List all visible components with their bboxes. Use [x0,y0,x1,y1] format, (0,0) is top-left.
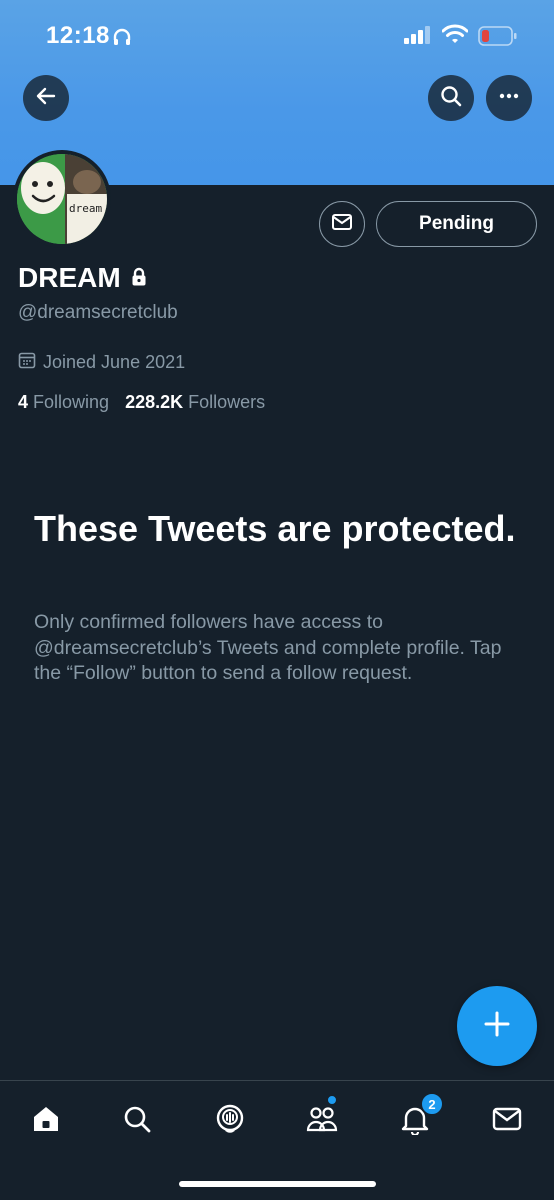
following-link[interactable]: 4 Following [18,392,109,413]
home-indicator[interactable] [179,1181,376,1187]
home-icon [30,1103,62,1140]
tab-search[interactable] [117,1101,157,1141]
compose-tweet-button[interactable] [457,986,537,1066]
avatar-text: dream [69,202,102,215]
back-button[interactable] [23,75,69,121]
communities-icon [305,1103,339,1140]
profile-handle: @dreamsecretclub [18,302,178,323]
message-button[interactable] [319,201,365,247]
following-count: 4 [18,392,29,412]
signal-icon [404,26,432,49]
followers-label: Followers [188,392,266,412]
pending-button[interactable]: Pending [376,201,537,247]
display-name: DREAM [18,262,121,293]
following-label: Following [33,392,110,412]
arrow-left-icon [35,85,57,112]
plus-icon [482,1009,512,1044]
search-icon [440,85,462,112]
followers-link[interactable]: 228.2K Followers [125,392,265,413]
tab-communities[interactable] [302,1101,342,1141]
tab-messages[interactable] [487,1101,527,1141]
headphones-icon [112,27,132,52]
wifi-icon [441,24,469,49]
display-name-row: DREAM [18,262,147,294]
notifications-badge: 2 [420,1092,444,1116]
joined-date: Joined June 2021 [43,352,186,372]
protected-body: Only confirmed followers have access to … [34,611,502,684]
search-icon [121,1103,153,1140]
messages-icon [491,1103,523,1140]
communities-dot-badge [327,1095,337,1105]
lock-icon [131,262,147,294]
calendar-icon [18,351,36,374]
profile-avatar[interactable]: dream [13,150,111,248]
battery-low-icon [478,26,518,51]
search-button[interactable] [428,75,474,121]
joined-date-row: Joined June 2021 [18,351,185,374]
protected-title: These Tweets are protected. [34,508,516,549]
tab-spaces[interactable] [210,1101,250,1141]
followers-count: 228.2K [125,392,184,412]
tab-home[interactable] [26,1101,66,1141]
more-options-button[interactable] [486,75,532,121]
mail-icon [331,212,353,237]
status-time: 12:18 [46,22,110,49]
follow-stats: 4 Following 228.2K Followers [18,392,265,413]
more-dots-icon [498,85,520,112]
spaces-icon [214,1103,246,1140]
